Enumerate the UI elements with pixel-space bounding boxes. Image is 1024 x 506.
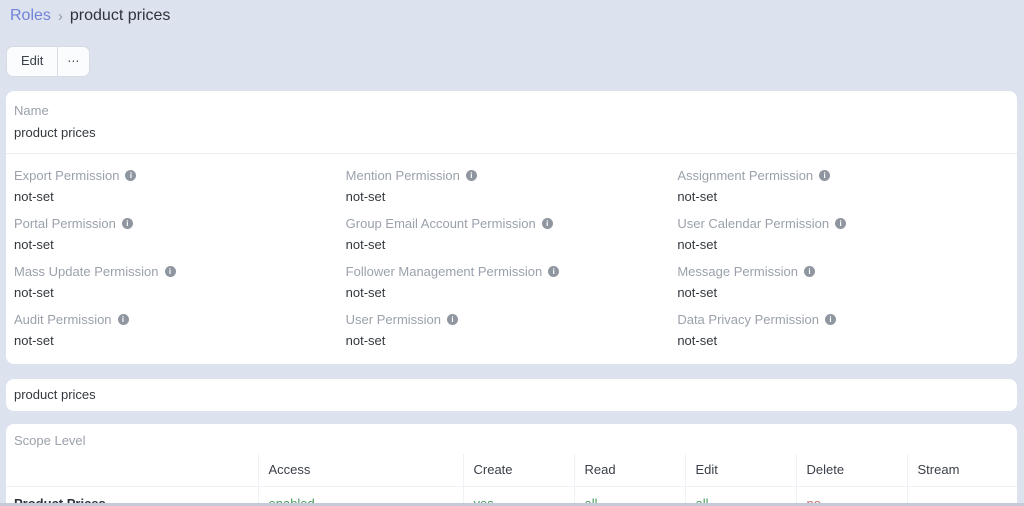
field-label: Follower Management Permission [346, 264, 543, 279]
field-value: not-set [346, 333, 678, 348]
column-header-read: Read [574, 454, 685, 487]
field-label: User Permission [346, 312, 441, 327]
field-label: Assignment Permission [677, 168, 813, 183]
scope-table-header-row: Access Create Read Edit Delete Stream [6, 454, 1017, 487]
field-value: not-set [346, 237, 678, 252]
column-header-edit: Edit [685, 454, 796, 487]
scope-level-panel: Scope Level Access Create Read Edit Dele… [6, 424, 1017, 506]
field-label: Portal Permission [14, 216, 116, 231]
field-data-privacy-permission: Data Privacy Permission i not-set [677, 300, 1009, 348]
field-audit-permission: Audit Permission i not-set [14, 300, 346, 348]
breadcrumb-separator: › [58, 8, 63, 25]
info-icon[interactable]: i [804, 266, 815, 277]
field-value: not-set [677, 285, 1009, 300]
info-icon[interactable]: i [825, 314, 836, 325]
info-icon[interactable]: i [466, 170, 477, 181]
field-follower-management-permission: Follower Management Permission i not-set [346, 252, 678, 300]
name-field-value: product prices [14, 125, 1009, 140]
more-actions-button[interactable]: ⋯ [57, 47, 89, 76]
info-icon[interactable]: i [122, 218, 133, 229]
column-header-create: Create [463, 454, 574, 487]
field-message-permission: Message Permission i not-set [677, 252, 1009, 300]
field-label: Data Privacy Permission [677, 312, 819, 327]
field-value: not-set [677, 189, 1009, 204]
edit-button[interactable]: Edit [7, 47, 57, 76]
column-header-delete: Delete [796, 454, 907, 487]
toolbar-button-group: Edit ⋯ [6, 46, 90, 77]
ellipsis-icon: ⋯ [67, 54, 80, 68]
scope-level-title: Scope Level [6, 433, 1017, 454]
info-icon[interactable]: i [835, 218, 846, 229]
field-value: not-set [346, 285, 678, 300]
field-value: not-set [677, 237, 1009, 252]
permissions-grid: Export Permission i not-set Mention Permi… [6, 154, 1017, 364]
field-label: Mention Permission [346, 168, 460, 183]
field-value: not-set [14, 237, 346, 252]
field-group-email-account-permission: Group Email Account Permission i not-set [346, 204, 678, 252]
field-value: not-set [346, 189, 678, 204]
page-title: product prices [70, 7, 171, 25]
field-portal-permission: Portal Permission i not-set [14, 204, 346, 252]
scope-table: Access Create Read Edit Delete Stream Pr… [6, 454, 1017, 506]
field-user-permission: User Permission i not-set [346, 300, 678, 348]
field-value: not-set [14, 333, 346, 348]
info-icon[interactable]: i [118, 314, 129, 325]
info-icon[interactable]: i [125, 170, 136, 181]
info-icon[interactable]: i [548, 266, 559, 277]
breadcrumb-roles-link[interactable]: Roles [10, 7, 51, 25]
column-header-access: Access [258, 454, 463, 487]
breadcrumb: Roles › product prices [0, 0, 1024, 25]
field-value: not-set [14, 189, 346, 204]
overview-panel: Name product prices Export Permission i n… [6, 91, 1017, 364]
toolbar: Edit ⋯ [6, 46, 1024, 77]
field-value: not-set [14, 285, 346, 300]
info-icon[interactable]: i [165, 266, 176, 277]
field-label: Audit Permission [14, 312, 112, 327]
field-label: Export Permission [14, 168, 119, 183]
info-icon[interactable]: i [819, 170, 830, 181]
column-header-stream: Stream [907, 454, 1017, 487]
name-field-label: Name [14, 103, 49, 118]
field-assignment-permission: Assignment Permission i not-set [677, 156, 1009, 204]
field-label: User Calendar Permission [677, 216, 829, 231]
field-value: not-set [677, 333, 1009, 348]
info-icon[interactable]: i [447, 314, 458, 325]
field-label: Group Email Account Permission [346, 216, 536, 231]
info-icon[interactable]: i [542, 218, 553, 229]
column-header-entity [6, 454, 258, 487]
field-export-permission: Export Permission i not-set [14, 156, 346, 204]
field-mass-update-permission: Mass Update Permission i not-set [14, 252, 346, 300]
field-mention-permission: Mention Permission i not-set [346, 156, 678, 204]
name-field: Name product prices [6, 91, 1017, 154]
role-name-panel: product prices [6, 379, 1017, 411]
field-label: Message Permission [677, 264, 798, 279]
field-user-calendar-permission: User Calendar Permission i not-set [677, 204, 1009, 252]
field-label: Mass Update Permission [14, 264, 159, 279]
